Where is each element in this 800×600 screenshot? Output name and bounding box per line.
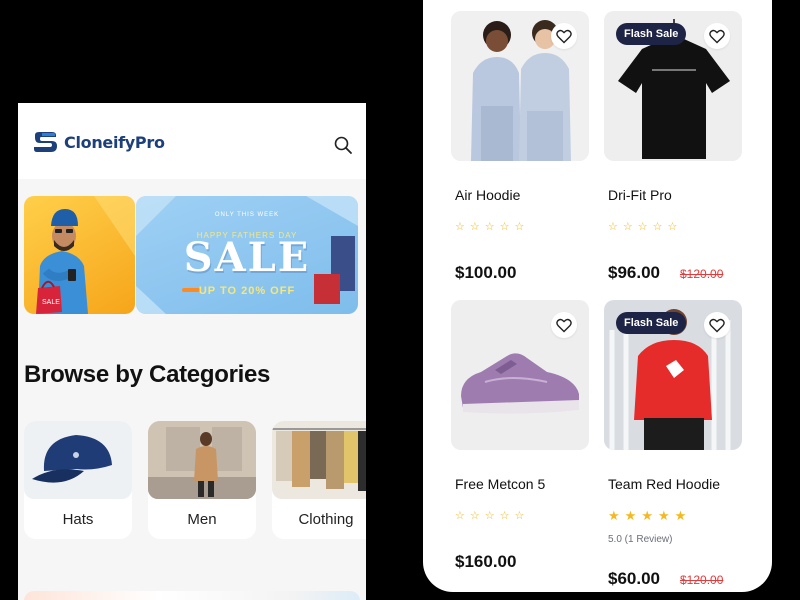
next-section-preview	[24, 591, 360, 600]
category-label: Men	[187, 511, 217, 528]
product-card-dri-fit-pro[interactable]: Flash Sale Dri-Fit Pro ☆ ☆ ☆ ☆ ☆ $96.00 $120…	[604, 11, 744, 282]
product-card-free-metcon[interactable]: Free Metcon 5 ☆ ☆ ☆ ☆ ☆ $160.00	[451, 300, 591, 571]
category-card-men[interactable]: Men	[148, 421, 256, 539]
promo-banner-sale[interactable]: ONLY THIS WEEK HAPPY FATHERS DAY SALE UP…	[136, 196, 358, 314]
star-icon: ★	[608, 508, 620, 523]
star-icon: ☆	[499, 221, 510, 233]
app-header: CloneifyPro	[18, 103, 366, 179]
product-name: Dri-Fit Pro	[608, 187, 672, 203]
star-icon: ★	[624, 508, 637, 523]
brand-name: CloneifyPro	[64, 132, 165, 152]
product-old-price: $120.00	[680, 573, 724, 587]
search-button[interactable]	[332, 134, 354, 156]
category-card-clothing[interactable]: Clothing	[272, 421, 366, 539]
product-price: $160.00	[455, 552, 517, 571]
heart-icon	[556, 318, 572, 332]
banner-tag: ONLY THIS WEEK	[214, 212, 280, 218]
star-icon: ☆	[514, 510, 525, 522]
brand-logo[interactable]: CloneifyPro	[32, 130, 165, 154]
star-icon: ☆	[455, 221, 465, 233]
category-image-men	[148, 421, 256, 499]
search-icon	[334, 136, 352, 154]
category-image-hats	[24, 421, 132, 499]
star-icon: ☆	[652, 221, 663, 233]
product-price: $96.00	[608, 263, 660, 282]
star-icon: ★	[641, 508, 653, 523]
bag-text: SALE	[42, 299, 60, 306]
rating-stars: ☆ ☆ ☆ ☆ ☆	[455, 511, 524, 522]
promo-banner-man[interactable]: SALE	[24, 196, 135, 314]
flash-sale-badge: Flash Sale	[616, 23, 687, 45]
category-label: Clothing	[298, 511, 354, 528]
section-title: Browse by Categories	[24, 361, 271, 388]
banner-offer: UP TO 20% OFF	[198, 285, 296, 297]
star-icon: ☆	[499, 510, 510, 522]
right-app-screen: Air Hoodie ☆ ☆ ☆ ☆ ☆ $100.00 Flash Sale Dri-…	[423, 0, 772, 592]
product-name: Team Red Hoodie	[608, 476, 721, 492]
flash-sale-badge: Flash Sale	[616, 312, 687, 334]
product-old-price: $120.00	[680, 267, 724, 281]
screenshot-stage: CloneifyPro SALE ONLY THIS WEEK HAPPY FA…	[0, 0, 800, 600]
star-icon: ☆	[667, 221, 678, 233]
left-app-screen: CloneifyPro SALE ONLY THIS WEEK HAPPY FA…	[18, 103, 366, 600]
star-icon: ☆	[514, 221, 525, 233]
star-icon: ★	[674, 508, 687, 523]
star-icon: ☆	[484, 221, 495, 233]
star-icon: ☆	[484, 510, 495, 522]
category-label: Hats	[62, 511, 94, 528]
product-price: $60.00	[608, 569, 660, 588]
rating-summary: 5.0 (1 Review)	[608, 534, 673, 545]
product-card-air-hoodie[interactable]: Air Hoodie ☆ ☆ ☆ ☆ ☆ $100.00	[451, 11, 591, 282]
product-price: $100.00	[455, 263, 517, 282]
category-image-clothing	[272, 421, 366, 499]
wishlist-button[interactable]	[704, 312, 730, 338]
star-icon: ☆	[637, 221, 648, 233]
rating-stars: ☆ ☆ ☆ ☆ ☆	[455, 222, 524, 233]
heart-icon	[709, 318, 725, 332]
heart-icon	[556, 29, 572, 43]
rating-stars: ☆ ☆ ☆ ☆ ☆	[608, 222, 677, 233]
wishlist-button[interactable]	[704, 23, 730, 49]
product-name: Free Metcon 5	[455, 476, 546, 492]
rating-stars: ★ ★ ★ ★ ★	[608, 508, 687, 523]
banner-title: SALE	[183, 234, 311, 281]
star-icon: ★	[657, 508, 670, 523]
star-icon: ☆	[622, 221, 633, 233]
product-name: Air Hoodie	[455, 187, 521, 203]
logo-mark-icon	[32, 130, 60, 154]
wishlist-button[interactable]	[551, 312, 577, 338]
star-icon: ☆	[469, 510, 480, 522]
promo-man-image: SALE	[36, 196, 135, 314]
wishlist-button[interactable]	[551, 23, 577, 49]
product-card-team-red-hoodie[interactable]: Flash Sale Team Red Hoodie ★ ★ ★ ★ ★ 5.0 (1 …	[604, 300, 744, 592]
category-card-hats[interactable]: Hats	[24, 421, 132, 539]
star-icon: ☆	[608, 221, 618, 233]
heart-icon	[709, 29, 725, 43]
star-icon: ☆	[469, 221, 480, 233]
star-icon: ☆	[455, 510, 465, 522]
